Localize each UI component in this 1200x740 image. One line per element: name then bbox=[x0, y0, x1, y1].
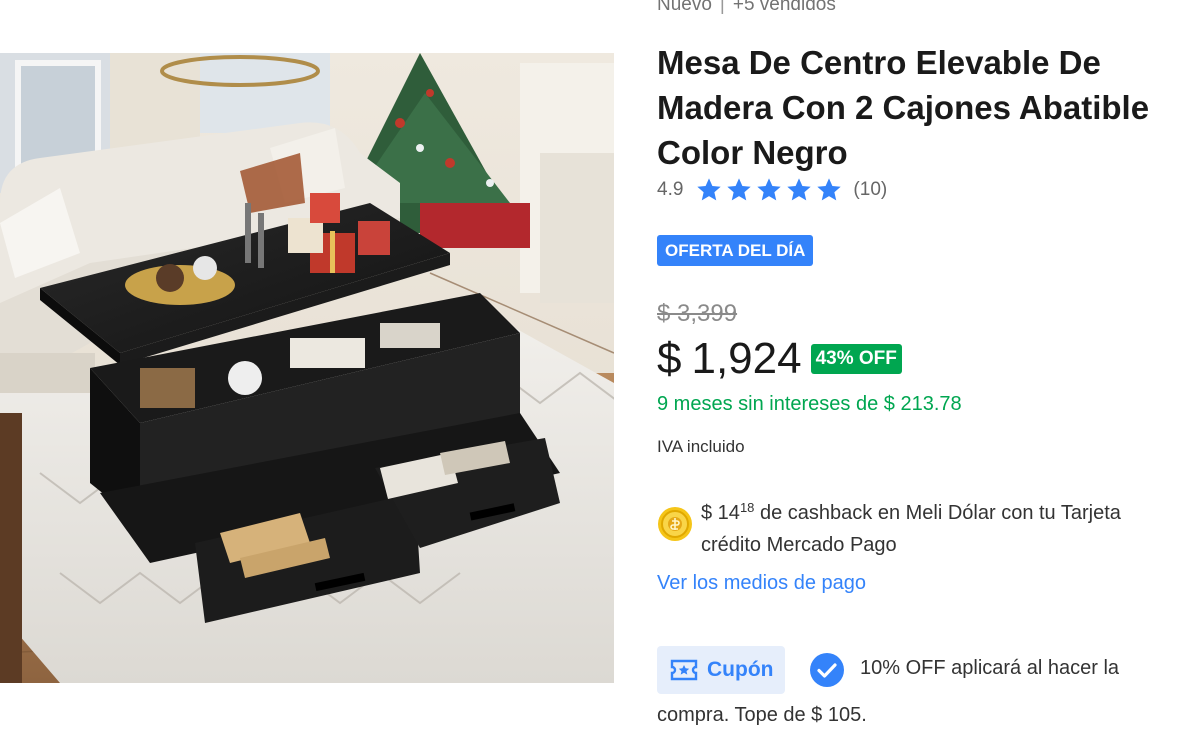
product-title-line-2: Madera Con 2 Cajones Abatible bbox=[657, 89, 1150, 126]
rating-stars bbox=[695, 176, 843, 204]
star-icon bbox=[697, 178, 722, 201]
cashback-description: de cashback en Meli Dólar con tu Tarjeta bbox=[754, 502, 1121, 524]
product-title: Mesa De Centro Elevable De Madera Con 2 … bbox=[657, 40, 1200, 175]
rating-value: 4.9 bbox=[657, 179, 684, 200]
coupon-description: 10% OFF aplicará al hacer la bbox=[860, 657, 1120, 679]
rating-count: (10) bbox=[853, 179, 888, 200]
cashback-text: $ 1418 de cashback en Meli Dólar con tu … bbox=[701, 492, 1121, 561]
condition-label: Nuevo bbox=[657, 0, 712, 15]
installments-info: 9 meses sin intereses de $ 213.78 bbox=[657, 393, 962, 415]
coupon-button[interactable]: Cupón bbox=[657, 646, 786, 694]
star-icon bbox=[727, 178, 752, 201]
coupon-section: Cupón 10% OFF aplicará al hacer la compr… bbox=[657, 646, 1200, 726]
product-gallery bbox=[0, 0, 614, 740]
cashback-line-2: crédito Mercado Pago bbox=[701, 534, 897, 556]
cashback-cents: 18 bbox=[739, 500, 755, 515]
cashback-info: $ 1418 de cashback en Meli Dólar con tu … bbox=[657, 492, 1200, 561]
deal-of-the-day-badge: OFERTA DEL DÍA bbox=[657, 235, 814, 266]
rating-summary[interactable]: 4.9 (10) bbox=[657, 175, 887, 205]
sold-count: +5 vendidos bbox=[732, 0, 836, 15]
price-row: $ 1,924 43% OFF bbox=[657, 333, 902, 385]
price-currency: $ bbox=[657, 334, 682, 383]
cashback-line-1: $ 1418 de cashback en Meli Dólar con tu … bbox=[701, 492, 1121, 529]
current-price: 1,924 bbox=[691, 334, 802, 383]
coupon-label: Cupón bbox=[707, 658, 774, 681]
product-image[interactable] bbox=[0, 53, 614, 683]
subtitle-separator: | bbox=[719, 0, 725, 15]
product-info-panel: Nuevo | +5 vendidos Mesa De Centro Elevabl… bbox=[657, 0, 1200, 740]
original-price: $ 3,399 bbox=[657, 300, 738, 327]
star-icon bbox=[817, 178, 842, 201]
meli-dolar-coin-icon bbox=[658, 507, 692, 541]
discount-badge: 43% OFF bbox=[810, 344, 902, 374]
check-circle-icon bbox=[810, 653, 844, 687]
cashback-amount: $ 14 bbox=[701, 502, 740, 524]
coupon-description-cont: compra. Tope de $ 105. bbox=[657, 704, 867, 726]
payment-methods-link[interactable]: Ver los medios de pago bbox=[657, 572, 866, 595]
product-subtitle: Nuevo | +5 vendidos bbox=[657, 0, 836, 16]
star-icon bbox=[787, 178, 812, 201]
product-title-line-3: Color Negro bbox=[657, 134, 848, 171]
tax-note: IVA incluido bbox=[657, 437, 745, 456]
star-icon bbox=[757, 178, 782, 201]
coupon-icon bbox=[670, 659, 698, 681]
product-title-line-1: Mesa De Centro Elevable De bbox=[657, 44, 1101, 81]
